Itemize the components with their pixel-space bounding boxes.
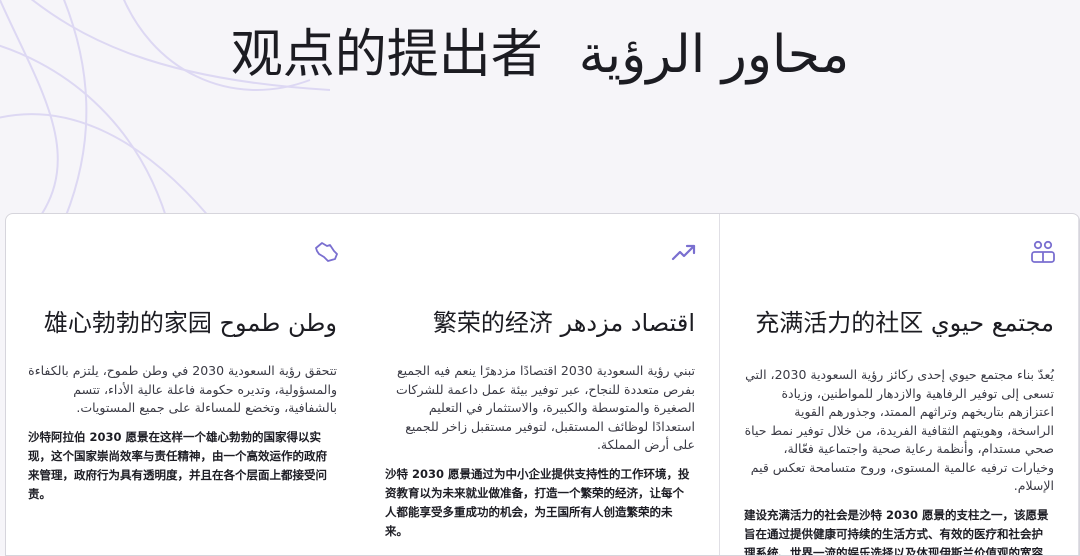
card-text-chinese: 沙特阿拉伯 2030 愿景在这样一个雄心勃勃的国家得以实现，这个国家崇尚效率与责… xyxy=(28,429,327,501)
people-icon xyxy=(1026,238,1056,266)
page-title-chinese: 观点的提出者 xyxy=(230,25,543,85)
card-thriving-economy[interactable]: اقتصاد مزدهر 繁荣的经济 تبني رؤية السعودية 20… xyxy=(361,214,720,555)
card-title: وطن طموح 雄心勃勃的家园 xyxy=(43,309,337,337)
card-text-arabic: يُعدّ بناء مجتمع حيوي إحدى ركائز رؤية ال… xyxy=(744,367,1054,493)
vision-pillars-cards: مجتمع حيوي 充满活力的社区 يُعدّ بناء مجتمع حيوي… xyxy=(5,213,1080,556)
trend-up-icon xyxy=(667,238,697,266)
page: 观点的提出者 محاور الرؤية مجتمع حيوي 充满活力的社区 ي… xyxy=(0,0,1080,556)
page-title: 观点的提出者 محاور الرؤية xyxy=(0,12,1080,87)
card-text-arabic: تبني رؤية السعودية 2030 اقتصادًا مزدهرًا… xyxy=(395,363,695,452)
card-text-chinese: 建设充满活力的社会是沙特 2030 愿景的支柱之一，该愿景旨在通过提供健康可持续… xyxy=(744,507,1049,556)
card-ambitious-nation[interactable]: وطن طموح 雄心勃勃的家园 تتحقق رؤية السعودية 203… xyxy=(6,214,361,555)
card-text-chinese: 沙特 2030 愿景通过为中小企业提供支持性的工作环境，投资教育以为未来就业做准… xyxy=(385,466,690,538)
page-title-arabic: محاور الرؤية xyxy=(578,25,850,85)
card-title: اقتصاد مزدهر 繁荣的经济 xyxy=(432,309,695,337)
card-text-arabic: تتحقق رؤية السعودية 2030 في وطن طموح، يل… xyxy=(28,363,337,415)
card-title: مجتمع حيوي 充满活力的社区 xyxy=(755,309,1054,337)
card-vibrant-society[interactable]: مجتمع حيوي 充满活力的社区 يُعدّ بناء مجتمع حيوي… xyxy=(720,214,1079,556)
saudi-map-icon xyxy=(309,238,339,266)
